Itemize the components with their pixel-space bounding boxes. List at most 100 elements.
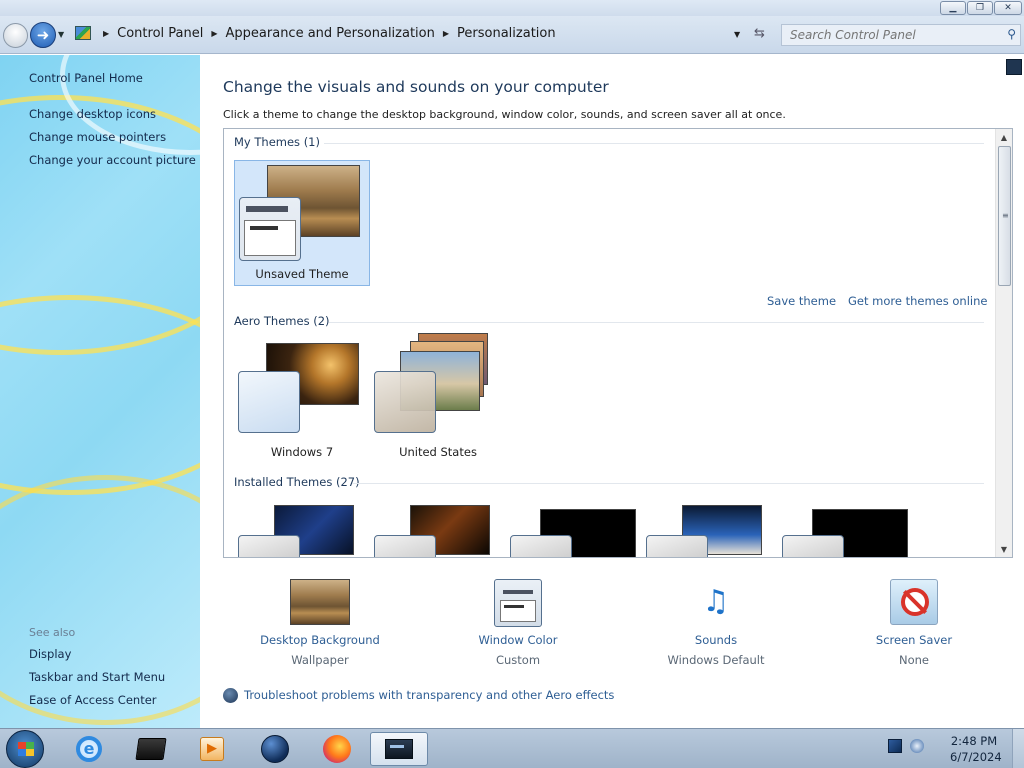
refresh-icon[interactable]: ⇆: [754, 26, 765, 41]
sidebar-taskbar-start-menu[interactable]: Taskbar and Start Menu: [29, 670, 165, 684]
address-dropdown-icon[interactable]: ▼: [734, 30, 740, 39]
grip-icon: ≡: [1002, 211, 1009, 220]
window-color-preview: [239, 197, 301, 261]
network-icon[interactable]: [888, 739, 902, 753]
back-button[interactable]: [3, 23, 28, 48]
group-my-themes: My Themes (1): [234, 135, 320, 149]
theme-installed[interactable]: [234, 499, 370, 557]
window-color-preview: [510, 535, 572, 557]
troubleshoot-link[interactable]: Troubleshoot problems with transparency …: [244, 688, 614, 702]
group-divider: [352, 483, 984, 484]
breadcrumb-arrow-icon[interactable]: ▶: [103, 29, 109, 38]
terminal-icon: [135, 738, 167, 760]
setting-label[interactable]: Window Color: [438, 633, 598, 647]
clock-date: 6/7/2024: [950, 750, 1002, 764]
wallpaper-swoosh: [0, 475, 200, 725]
group-divider: [324, 143, 984, 144]
sidebar-display[interactable]: Display: [29, 647, 71, 661]
wallpaper-swoosh: [0, 295, 200, 495]
setting-label[interactable]: Desktop Background: [240, 633, 400, 647]
breadcrumb-personalization[interactable]: Personalization: [457, 26, 556, 41]
scroll-down-icon[interactable]: ▼: [996, 541, 1012, 557]
setting-label[interactable]: Sounds: [636, 633, 796, 647]
theme-installed[interactable]: [642, 499, 778, 557]
control-panel-icon: [75, 26, 91, 40]
help-icon[interactable]: [1006, 59, 1022, 75]
theme-installed[interactable]: [370, 499, 506, 557]
theme-windows-7[interactable]: Windows 7: [234, 339, 370, 465]
page-title: Change the visuals and sounds on your co…: [223, 78, 609, 96]
breadcrumb-appearance[interactable]: Appearance and Personalization: [226, 26, 435, 41]
sounds-icon: ♫: [702, 584, 730, 619]
sidebar-change-mouse-pointers[interactable]: Change mouse pointers: [29, 130, 166, 144]
window-color-preview: [374, 371, 436, 433]
themes-scrollbar[interactable]: ▲ ≡ ▼: [995, 129, 1012, 557]
main-content: Change the visuals and sounds on your co…: [200, 55, 1024, 728]
setting-value: Custom: [495, 653, 541, 667]
theme-name: United States: [399, 445, 477, 459]
window-color-preview: [782, 535, 844, 557]
globe-icon: [261, 735, 289, 763]
setting-value: Windows Default: [667, 653, 765, 667]
personalization-window-icon: [385, 739, 413, 759]
search-box: ⚲: [781, 24, 1021, 46]
scroll-up-icon[interactable]: ▲: [996, 129, 1012, 145]
sidebar-change-account-picture[interactable]: Change your account picture: [29, 153, 196, 167]
taskbar-terminal[interactable]: [129, 732, 173, 766]
theme-unsaved[interactable]: Unsaved Theme: [234, 160, 370, 286]
window-color-preview: [646, 535, 708, 557]
taskbar-globe[interactable]: [253, 732, 297, 766]
theme-installed[interactable]: [506, 499, 642, 557]
taskbar-personalization-window[interactable]: [370, 732, 428, 766]
page-subtitle: Click a theme to change the desktop back…: [223, 108, 786, 121]
see-also-heading: See also: [29, 626, 76, 639]
clock-time: 2:48 PM: [950, 734, 998, 748]
scroll-thumb[interactable]: ≡: [998, 146, 1011, 286]
search-input[interactable]: [782, 25, 992, 45]
windows-logo-icon: [18, 742, 34, 756]
clock[interactable]: 2:48 PM 6/7/2024: [950, 733, 1002, 765]
minimize-button[interactable]: ▁: [940, 1, 966, 15]
group-aero-themes: Aero Themes (2): [234, 314, 330, 328]
window-color-preview: [238, 371, 300, 433]
save-theme-link[interactable]: Save theme: [767, 294, 836, 308]
sidebar-control-panel-home[interactable]: Control Panel Home: [29, 71, 143, 85]
start-button[interactable]: [6, 730, 44, 768]
breadcrumb-control-panel[interactable]: Control Panel: [117, 26, 203, 41]
title-bar: ▁ ❐ ✕: [0, 0, 1024, 16]
group-installed-themes: Installed Themes (27): [234, 475, 360, 489]
taskbar-internet-explorer[interactable]: e: [67, 732, 111, 766]
show-desktop-button[interactable]: [1012, 729, 1024, 768]
setting-value: Wallpaper: [291, 653, 349, 667]
sidebar-change-desktop-icons[interactable]: Change desktop icons: [29, 107, 156, 121]
forward-button[interactable]: ➜: [30, 22, 56, 48]
sidebar-ease-of-access[interactable]: Ease of Access Center: [29, 693, 157, 707]
breadcrumb-arrow-icon[interactable]: ▶: [443, 29, 449, 38]
themes-list: My Themes (1) Unsaved Theme Save theme G…: [223, 128, 1013, 558]
internet-explorer-icon: e: [76, 736, 102, 762]
window-color-icon: [494, 579, 542, 627]
media-player-icon: ▶: [200, 737, 224, 761]
taskbar: e ▶ 2:48 PM 6/7/2024: [0, 728, 1024, 768]
system-tray: [888, 739, 924, 753]
taskbar-media-player[interactable]: ▶: [190, 732, 234, 766]
volume-icon[interactable]: [910, 739, 924, 753]
sidebar: Control Panel Home Change desktop icons …: [0, 55, 200, 728]
window-color-preview: [374, 535, 436, 557]
firefox-icon: [323, 735, 351, 763]
get-more-themes-link[interactable]: Get more themes online: [848, 294, 987, 308]
breadcrumb-arrow-icon[interactable]: ▶: [211, 29, 217, 38]
address-bar: ➜ ▼ ▶ Control Panel ▶ Appearance and Per…: [0, 16, 1024, 54]
search-icon[interactable]: ⚲: [1007, 27, 1016, 41]
close-button[interactable]: ✕: [994, 1, 1022, 15]
taskbar-firefox[interactable]: [315, 732, 359, 766]
theme-name: Windows 7: [270, 445, 334, 459]
breadcrumb: ▶ Control Panel ▶ Appearance and Persona…: [95, 26, 556, 41]
maximize-button[interactable]: ❐: [967, 1, 993, 15]
theme-installed[interactable]: [778, 499, 914, 557]
screen-saver-icon: [890, 579, 938, 625]
recent-pages-chevron-icon[interactable]: ▼: [58, 30, 64, 39]
window-color-preview: [238, 535, 300, 557]
setting-label[interactable]: Screen Saver: [834, 633, 994, 647]
theme-united-states[interactable]: United States: [370, 333, 506, 465]
